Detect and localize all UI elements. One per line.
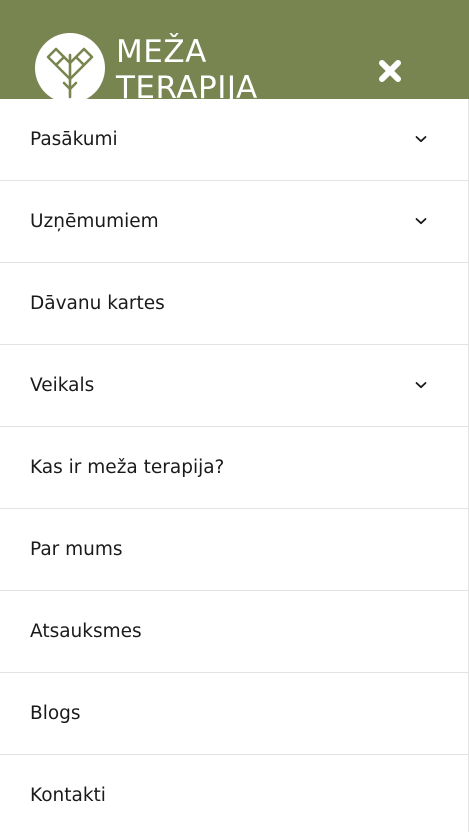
menu-item-label: Blogs xyxy=(30,703,81,724)
menu-item-kas-ir-meza-terapija[interactable]: Kas ir meža terapija? xyxy=(0,427,468,509)
menu-item-davanu-kartes[interactable]: Dāvanu kartes xyxy=(0,263,468,345)
close-menu-button[interactable] xyxy=(373,54,407,88)
menu-item-par-mums[interactable]: Par mums xyxy=(0,509,468,591)
menu-item-uznemumiem[interactable]: Uzņēmumiem xyxy=(0,181,468,263)
menu-item-label: Par mums xyxy=(30,539,123,560)
close-x-icon xyxy=(379,60,401,82)
menu-item-label: Pasākumi xyxy=(30,129,118,150)
menu-item-kontakti[interactable]: Kontakti xyxy=(0,755,468,832)
menu-item-pasakumi[interactable]: Pasākumi xyxy=(0,99,468,181)
menu-item-blogs[interactable]: Blogs xyxy=(0,673,468,755)
chevron-down-icon[interactable] xyxy=(414,134,428,144)
logo-wordmark: MEŽA TERAPIJA xyxy=(116,34,276,99)
menu-item-label: Atsauksmes xyxy=(30,621,142,642)
menu-item-atsauksmes[interactable]: Atsauksmes xyxy=(0,591,468,673)
logo-line-2: TERAPIJA xyxy=(116,70,258,99)
chevron-down-icon[interactable] xyxy=(414,216,428,226)
menu-item-label: Kontakti xyxy=(30,785,106,806)
logo-emblem-icon xyxy=(35,33,105,99)
navigation-menu: Pasākumi Uzņēmumiem Dāvanu kartes Veikals Ka… xyxy=(0,99,469,832)
menu-item-label: Uzņēmumiem xyxy=(30,211,159,232)
menu-item-veikals[interactable]: Veikals xyxy=(0,345,468,427)
menu-item-label: Kas ir meža terapija? xyxy=(30,457,225,478)
mobile-menu-screen: MEŽA TERAPIJA Pasākumi Uzņēmumiem Dāvanu k… xyxy=(0,0,469,832)
header: MEŽA TERAPIJA xyxy=(0,0,469,99)
logo-line-1: MEŽA xyxy=(116,34,207,70)
menu-item-label: Veikals xyxy=(30,375,95,396)
chevron-down-icon[interactable] xyxy=(414,380,428,390)
menu-item-label: Dāvanu kartes xyxy=(30,293,165,314)
